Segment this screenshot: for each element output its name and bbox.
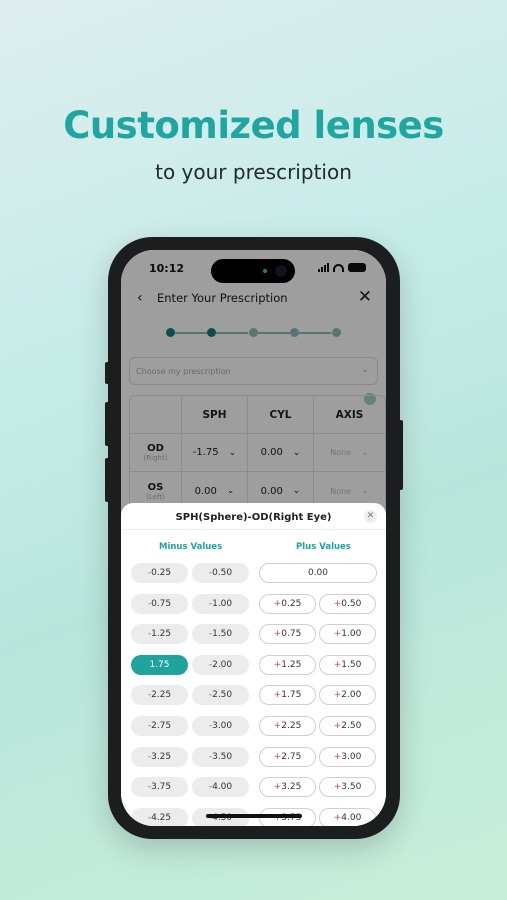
plus-value-option[interactable]: +2.25 bbox=[259, 716, 316, 736]
plus-value-option[interactable]: +1.25 bbox=[259, 654, 316, 675]
minus-values-header: Minus Values bbox=[159, 542, 223, 552]
minus-value-option[interactable]: -2.75 bbox=[131, 716, 188, 736]
minus-value-option[interactable]: -4.00 bbox=[192, 777, 249, 798]
minus-value-option[interactable]: -0.75 bbox=[131, 593, 188, 614]
minus-value-option[interactable]: -4.25 bbox=[131, 807, 188, 826]
phone-side-button bbox=[399, 420, 403, 490]
divider bbox=[121, 529, 386, 530]
sph-bottom-sheet: SPH(Sphere)-OD(Right Eye) ✕ Minus Values… bbox=[121, 503, 386, 826]
plus-value-option[interactable]: +0.25 bbox=[259, 593, 316, 614]
subheadline: to your prescription bbox=[155, 160, 352, 184]
minus-value-option[interactable]: -2.00 bbox=[192, 654, 249, 675]
minus-value-option[interactable]: 1.75 bbox=[131, 654, 188, 675]
plus-value-option[interactable]: +0.50 bbox=[319, 593, 376, 614]
headline: Customized lenses bbox=[63, 104, 444, 147]
plus-value-option[interactable]: +2.75 bbox=[259, 746, 316, 767]
plus-value-option[interactable]: +2.00 bbox=[319, 685, 376, 706]
plus-value-option[interactable]: +1.50 bbox=[319, 654, 376, 675]
phone-side-button bbox=[105, 362, 109, 384]
plus-value-option[interactable]: +1.75 bbox=[259, 685, 316, 706]
phone-screen: 10:12 ‹ Enter Your Prescription ✕ Choose… bbox=[121, 250, 386, 826]
phone-side-button bbox=[105, 402, 109, 446]
minus-value-option[interactable]: -3.50 bbox=[192, 746, 249, 767]
minus-value-option[interactable]: -0.25 bbox=[131, 563, 188, 583]
close-icon[interactable]: ✕ bbox=[364, 510, 377, 523]
plus-value-option[interactable]: +0.75 bbox=[259, 624, 316, 645]
minus-value-option[interactable]: -2.50 bbox=[192, 685, 249, 706]
minus-value-option[interactable]: -0.50 bbox=[192, 563, 249, 583]
plus-value-option[interactable]: +3.25 bbox=[259, 777, 316, 798]
plus-value-option[interactable]: +4.00 bbox=[319, 807, 376, 826]
minus-value-option[interactable]: -1.00 bbox=[192, 593, 249, 614]
plus-value-option[interactable]: +1.00 bbox=[319, 624, 376, 645]
plus-value-option[interactable]: +2.50 bbox=[319, 716, 376, 736]
minus-value-option[interactable]: -3.00 bbox=[192, 716, 249, 736]
plus-value-option[interactable]: +3.00 bbox=[319, 746, 376, 767]
home-indicator bbox=[206, 814, 302, 818]
minus-value-option[interactable]: -3.25 bbox=[131, 746, 188, 767]
minus-value-option[interactable]: -3.75 bbox=[131, 777, 188, 798]
minus-value-option[interactable]: -1.25 bbox=[131, 624, 188, 645]
zero-value-option[interactable]: 0.00 bbox=[259, 563, 377, 583]
minus-value-option[interactable]: -1.50 bbox=[192, 624, 249, 645]
minus-value-option[interactable]: -2.25 bbox=[131, 685, 188, 706]
plus-values-header: Plus Values bbox=[296, 542, 351, 552]
sheet-title: SPH(Sphere)-OD(Right Eye) bbox=[175, 512, 332, 523]
plus-value-option[interactable]: +3.50 bbox=[319, 777, 376, 798]
phone-side-button bbox=[105, 458, 109, 502]
